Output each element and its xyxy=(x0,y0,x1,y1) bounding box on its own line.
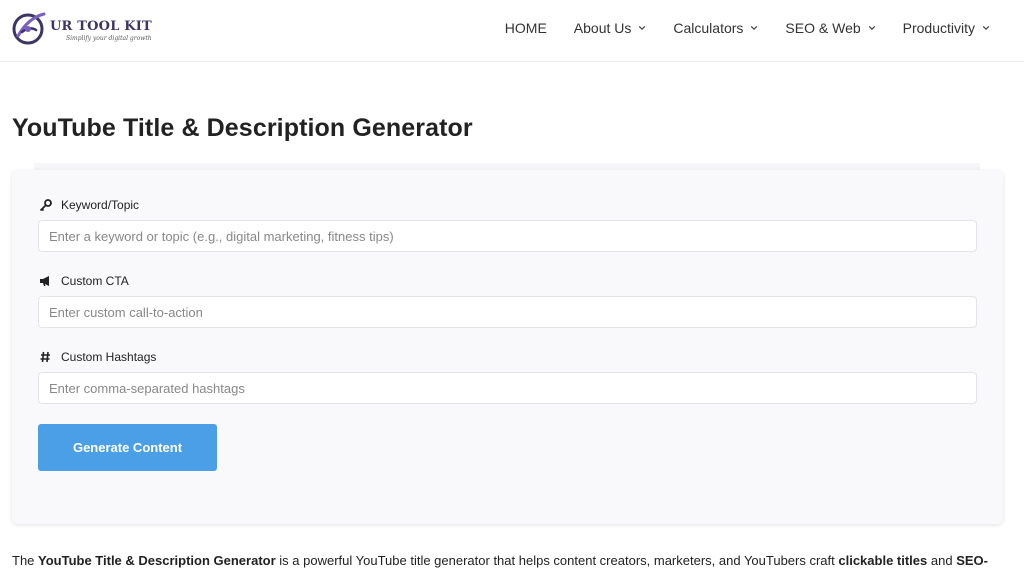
chevron-down-icon xyxy=(751,25,758,31)
desc-joiner: and xyxy=(927,553,957,568)
hashtag-icon xyxy=(38,351,52,364)
generator-form-card: Keyword/Topic Custom CTA Custom Hashtags… xyxy=(12,170,1003,524)
chevron-down-icon xyxy=(639,25,646,31)
desc-suffix: SEO- xyxy=(956,553,988,568)
brand-tagline: Simplify your digital growth xyxy=(66,35,152,42)
cta-input[interactable] xyxy=(38,296,977,328)
site-header: UR TOOL KIT Simplify your digital growth… xyxy=(0,0,1024,62)
desc-prefix: The xyxy=(12,553,39,568)
brand-name: UR TOOL KIT xyxy=(50,19,152,34)
logo-swirl-icon xyxy=(12,12,46,45)
cta-label-text: Custom CTA xyxy=(61,274,129,288)
generate-content-button[interactable]: Generate Content xyxy=(38,424,217,471)
tool-description: The YouTube Title & Description Generato… xyxy=(12,553,988,568)
nav-seo-web-label: SEO & Web xyxy=(785,20,861,36)
page-title: YouTube Title & Description Generator xyxy=(12,114,473,142)
nav-about-us[interactable]: About Us xyxy=(574,20,647,36)
nav-home[interactable]: HOME xyxy=(505,20,547,36)
desc-middle: is a powerful YouTube title generator th… xyxy=(275,553,839,568)
desc-tool-name: YouTube Title & Description Generator xyxy=(38,553,276,568)
nav-productivity[interactable]: Productivity xyxy=(903,20,990,36)
site-logo[interactable]: UR TOOL KIT Simplify your digital growth xyxy=(10,8,152,54)
chevron-down-icon xyxy=(868,25,875,31)
cta-label: Custom CTA xyxy=(38,274,129,288)
hashtags-input[interactable] xyxy=(38,372,977,404)
nav-productivity-label: Productivity xyxy=(902,20,975,36)
hashtags-label: Custom Hashtags xyxy=(38,350,156,364)
keyword-input[interactable] xyxy=(38,220,977,252)
nav-seo-web[interactable]: SEO & Web xyxy=(785,20,875,36)
chevron-down-icon xyxy=(982,25,990,31)
keyword-label: Keyword/Topic xyxy=(38,198,139,212)
main-nav: HOME About Us Calculators SEO & Web Prod… xyxy=(478,20,990,36)
nav-about-us-label: About Us xyxy=(573,20,632,36)
nav-calculators[interactable]: Calculators xyxy=(673,20,758,36)
hashtags-label-text: Custom Hashtags xyxy=(61,350,157,364)
nav-home-label: HOME xyxy=(504,20,547,36)
key-icon xyxy=(38,198,52,212)
nav-calculators-label: Calculators xyxy=(673,20,744,36)
desc-highlight: clickable titles xyxy=(838,553,928,568)
megaphone-icon xyxy=(38,275,52,288)
keyword-label-text: Keyword/Topic xyxy=(61,198,140,212)
